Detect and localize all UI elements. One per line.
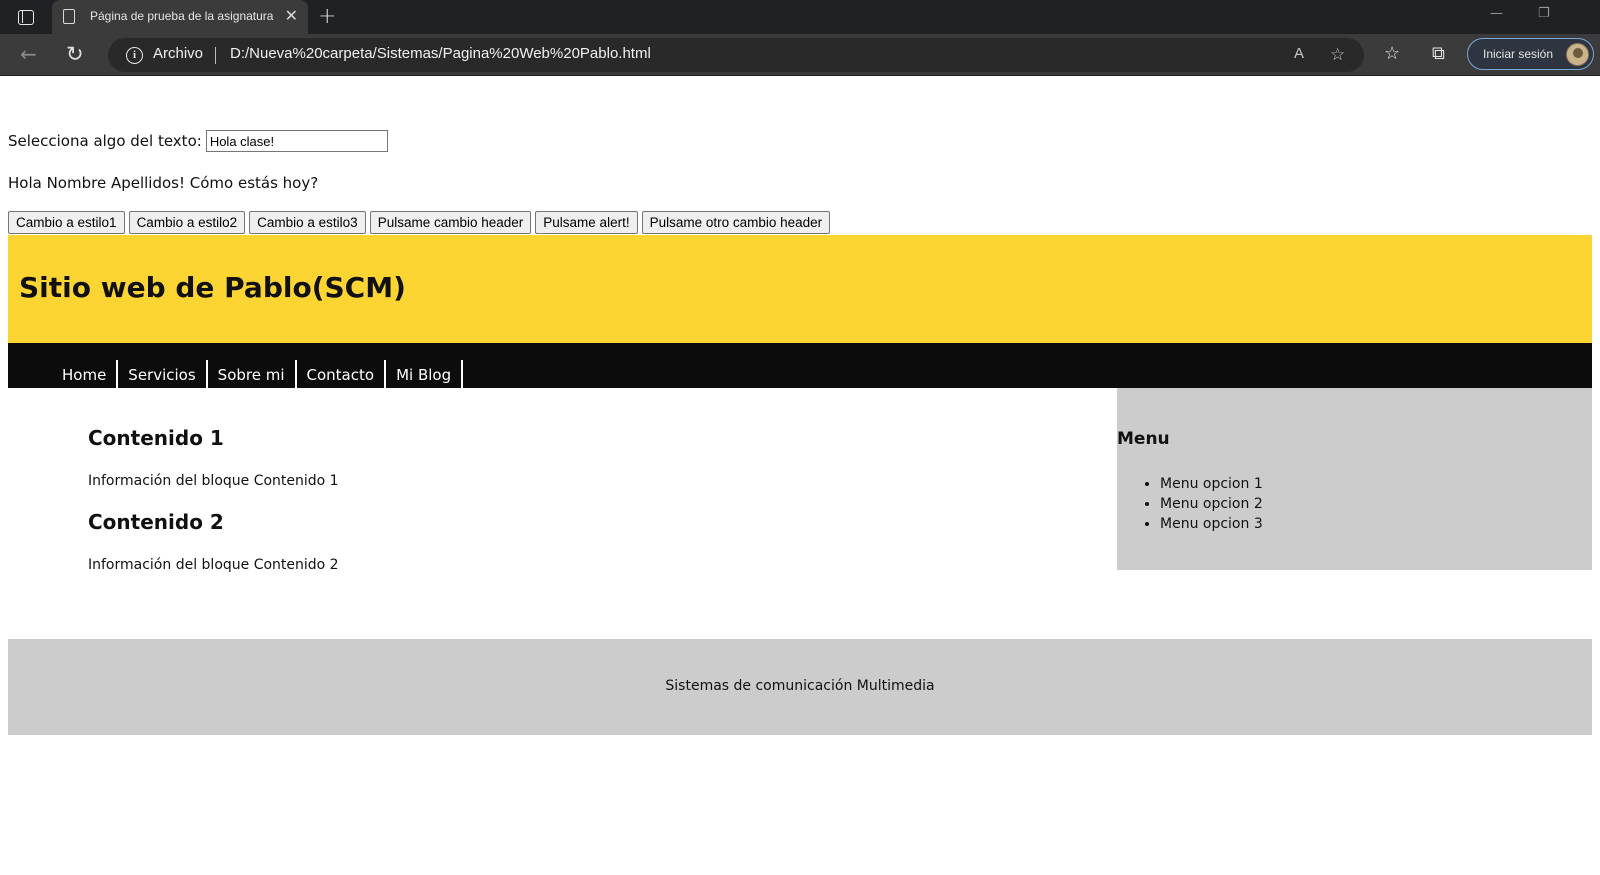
read-aloud-icon[interactable]: A bbox=[1294, 45, 1304, 62]
nav-item-servicios[interactable]: Servicios bbox=[118, 360, 208, 388]
side-menu-item[interactable]: Menu opcion 2 bbox=[1160, 494, 1263, 514]
content-2-text: Información del bloque Contenido 2 bbox=[88, 557, 339, 573]
button-row: Cambio a estilo1 Cambio a estilo2 Cambio… bbox=[8, 211, 831, 234]
tab-actions-icon[interactable] bbox=[12, 7, 40, 29]
browser-tab[interactable]: Página de prueba de la asignatura ✕ bbox=[52, 0, 308, 34]
url-text[interactable]: D:/Nueva%20carpeta/Sistemas/Pagina%20Web… bbox=[230, 45, 651, 62]
scheme-label: Archivo bbox=[153, 45, 204, 62]
greeting-text: Hola Nombre Apellidos! Cómo estás hoy? bbox=[8, 174, 319, 192]
web-page: Selecciona algo del texto: Hola Nombre A… bbox=[0, 77, 1600, 875]
style1-button[interactable]: Cambio a estilo1 bbox=[8, 211, 125, 234]
collections-icon[interactable]: ⧉ bbox=[1432, 43, 1445, 64]
other-change-header-button[interactable]: Pulsame otro cambio header bbox=[641, 211, 831, 234]
site-title: Sitio web de Pablo(SCM) bbox=[19, 271, 406, 304]
avatar bbox=[1566, 43, 1589, 66]
back-arrow-icon[interactable]: ← bbox=[20, 42, 37, 66]
reload-icon[interactable]: ↻ bbox=[66, 42, 84, 66]
side-menu: Menu Menu opcion 1 Menu opcion 2 Menu op… bbox=[1117, 388, 1592, 570]
side-menu-item[interactable]: Menu opcion 3 bbox=[1160, 514, 1263, 534]
minimize-button[interactable]: — bbox=[1490, 6, 1503, 21]
nav-item-sobre-mi[interactable]: Sobre mi bbox=[208, 360, 297, 388]
side-menu-list: Menu opcion 1 Menu opcion 2 Menu opcion … bbox=[1160, 474, 1263, 534]
signin-label: Iniciar sesión bbox=[1483, 47, 1554, 61]
omnibox-separator bbox=[215, 47, 216, 64]
tab-strip: Página de prueba de la asignatura ✕ + — … bbox=[0, 0, 1600, 34]
page-icon bbox=[63, 9, 75, 24]
nav-item-home[interactable]: Home bbox=[52, 360, 119, 388]
omnibox[interactable]: i Archivo D:/Nueva%20carpeta/Sistemas/Pa… bbox=[108, 38, 1364, 72]
site-header: Sitio web de Pablo(SCM) bbox=[8, 235, 1592, 343]
address-bar: ← ↻ i Archivo D:/Nueva%20carpeta/Sistema… bbox=[0, 34, 1600, 76]
side-menu-title: Menu bbox=[1117, 429, 1170, 449]
favorites-icon[interactable]: ☆ bbox=[1384, 43, 1400, 64]
site-footer: Sistemas de comunicación Multimedia bbox=[8, 639, 1592, 735]
main-content: Contenido 1 Información del bloque Conte… bbox=[88, 388, 1088, 573]
close-icon[interactable]: ✕ bbox=[285, 6, 298, 25]
signin-button[interactable]: Iniciar sesión bbox=[1467, 38, 1594, 70]
site-nav: Home Servicios Sobre mi Contacto Mi Blog bbox=[8, 343, 1592, 388]
alert-button[interactable]: Pulsame alert! bbox=[535, 211, 638, 234]
restore-button[interactable]: ❐ bbox=[1538, 6, 1550, 21]
footer-text: Sistemas de comunicación Multimedia bbox=[665, 678, 935, 694]
style2-button[interactable]: Cambio a estilo2 bbox=[128, 211, 246, 234]
tab-title: Página de prueba de la asignatura bbox=[90, 9, 274, 23]
content-1-text: Información del bloque Contenido 1 bbox=[88, 473, 339, 489]
nav-item-contacto[interactable]: Contacto bbox=[297, 360, 387, 388]
select-label: Selecciona algo del texto: bbox=[8, 132, 202, 150]
select-text-input[interactable] bbox=[205, 130, 388, 152]
select-row: Selecciona algo del texto: bbox=[8, 130, 388, 152]
change-header-button[interactable]: Pulsame cambio header bbox=[369, 211, 532, 234]
info-icon[interactable]: i bbox=[126, 47, 143, 64]
style3-button[interactable]: Cambio a estilo3 bbox=[249, 211, 366, 234]
plus-icon[interactable]: + bbox=[318, 4, 336, 29]
star-add-icon[interactable]: ☆ bbox=[1330, 45, 1345, 65]
content-1-title: Contenido 1 bbox=[88, 426, 224, 450]
side-menu-item[interactable]: Menu opcion 1 bbox=[1160, 474, 1263, 494]
nav-item-mi-blog[interactable]: Mi Blog bbox=[386, 360, 464, 388]
content-2-title: Contenido 2 bbox=[88, 510, 224, 534]
